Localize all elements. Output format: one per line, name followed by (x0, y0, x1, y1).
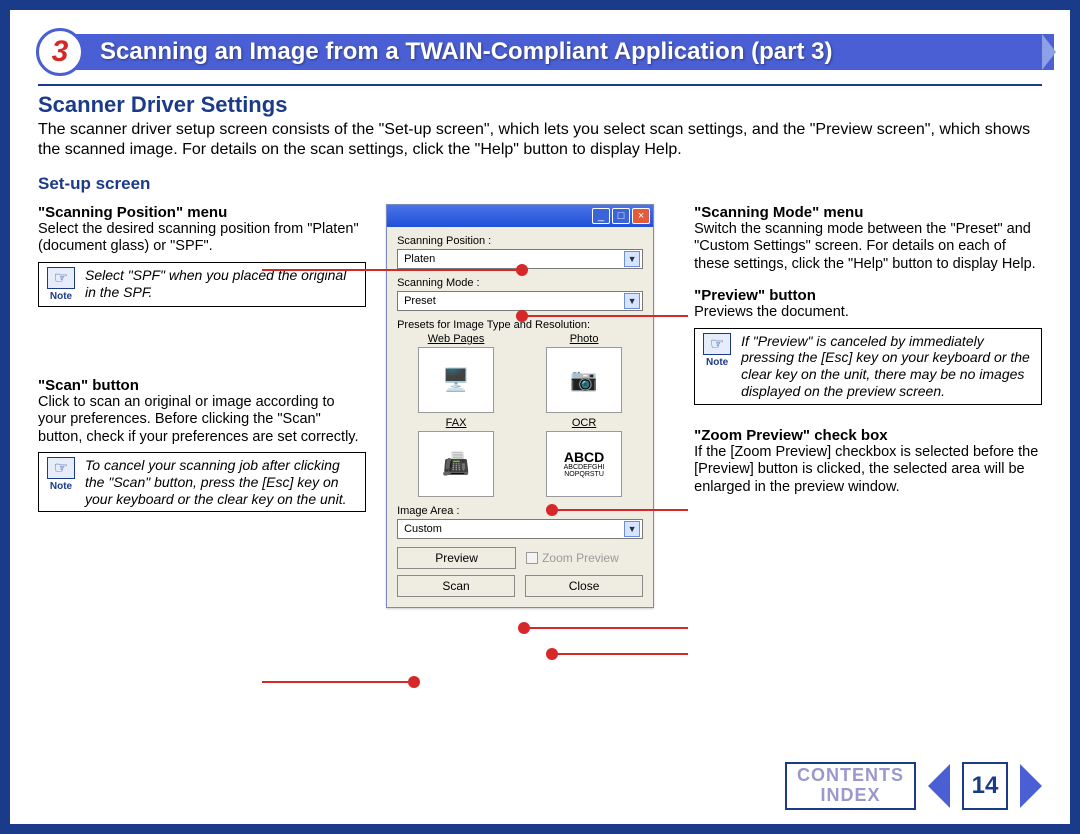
preview-button-text: Previews the document. (694, 304, 1042, 321)
driver-settings-heading: Scanner Driver Settings (38, 92, 1042, 118)
callout-dot (518, 622, 530, 634)
chevron-down-icon: ▼ (624, 251, 640, 267)
minimize-button[interactable]: _ (592, 208, 610, 224)
zoom-preview-checkbox[interactable]: Zoom Preview (526, 547, 643, 569)
chapter-number: 3 (52, 35, 69, 69)
intro-text: The scanner driver setup screen consists… (38, 120, 1042, 160)
chevron-down-icon: ▼ (624, 293, 640, 309)
preview-button-title: "Preview" button (694, 287, 1042, 304)
nav-links: CONTENTS INDEX (785, 762, 916, 810)
zoom-preview-title: "Zoom Preview" check box (694, 427, 1042, 444)
scanning-mode-select[interactable]: Preset ▼ (397, 291, 643, 311)
callout-line (552, 653, 688, 655)
scan-button[interactable]: Scan (397, 575, 515, 597)
chapter-header: 3 Scanning an Image from a TWAIN-Complia… (26, 28, 1054, 76)
callout-line (262, 681, 408, 683)
maximize-button[interactable]: □ (612, 208, 630, 224)
camera-icon: 📷 (546, 347, 622, 413)
page-number: 14 (962, 762, 1008, 810)
scanning-mode-text: Switch the scanning mode between the "Pr… (694, 221, 1042, 273)
index-link[interactable]: INDEX (820, 786, 880, 806)
fax-icon: 📠 (418, 431, 494, 497)
image-area-label: Image Area : (397, 505, 643, 517)
zoom-preview-text: If the [Zoom Preview] checkbox is select… (694, 444, 1042, 496)
scanning-position-text: Select the desired scanning position fro… (38, 221, 366, 256)
monitor-icon: 🖥️ (418, 347, 494, 413)
callout-dot (516, 310, 528, 322)
contents-link[interactable]: CONTENTS (797, 766, 904, 786)
close-button[interactable]: × (632, 208, 650, 224)
scan-button-note: To cancel your scanning job after clicki… (79, 457, 359, 507)
note-icon: ☞ Note (43, 457, 79, 507)
chevron-down-icon: ▼ (624, 521, 640, 537)
callout-line (262, 269, 516, 271)
scanning-position-title: "Scanning Position" menu (38, 204, 366, 221)
scanning-position-note: Select "SPF" when you placed the origina… (79, 267, 359, 302)
chapter-number-badge: 3 (36, 28, 84, 76)
document-icon: ABCD ABCDEFGHI NOPQRSTU (546, 431, 622, 497)
chapter-arrow-icon (1042, 34, 1056, 70)
preset-web-pages[interactable]: Web Pages 🖥️ (397, 333, 515, 413)
callout-line (522, 315, 688, 317)
callout-dot (546, 504, 558, 516)
chapter-title: Scanning an Image from a TWAIN-Compliant… (100, 32, 1034, 72)
callout-dot (516, 264, 528, 276)
note-icon: ☞ Note (699, 333, 735, 400)
scanning-position-label: Scanning Position : (397, 235, 643, 247)
note-icon: ☞ Note (43, 267, 79, 302)
scan-button-title: "Scan" button (38, 377, 366, 394)
setup-screen-heading: Set-up screen (38, 174, 1042, 194)
window-titlebar: _ □ × (387, 205, 653, 227)
callout-line (552, 509, 688, 511)
page-nav: CONTENTS INDEX 14 (785, 762, 1046, 810)
note-box: ☞ Note To cancel your scanning job after… (38, 452, 366, 512)
prev-page-button[interactable] (924, 762, 954, 810)
page: 3 Scanning an Image from a TWAIN-Complia… (10, 10, 1070, 824)
next-page-button[interactable] (1016, 762, 1046, 810)
callout-line (524, 627, 688, 629)
callout-dot (546, 648, 558, 660)
checkbox-icon (526, 552, 538, 564)
preset-ocr[interactable]: OCR ABCD ABCDEFGHI NOPQRSTU (525, 417, 643, 497)
scanning-mode-title: "Scanning Mode" menu (694, 204, 1042, 221)
preset-photo[interactable]: Photo 📷 (525, 333, 643, 413)
scanning-mode-label: Scanning Mode : (397, 277, 643, 289)
preset-fax[interactable]: FAX 📠 (397, 417, 515, 497)
note-box: ☞ Note If "Preview" is canceled by immed… (694, 328, 1042, 405)
image-area-select[interactable]: Custom ▼ (397, 519, 643, 539)
preview-note: If "Preview" is canceled by immediately … (735, 333, 1035, 400)
callout-dot (408, 676, 420, 688)
preview-button[interactable]: Preview (397, 547, 516, 569)
scan-button-text: Click to scan an original or image accor… (38, 394, 366, 446)
close-button[interactable]: Close (525, 575, 643, 597)
